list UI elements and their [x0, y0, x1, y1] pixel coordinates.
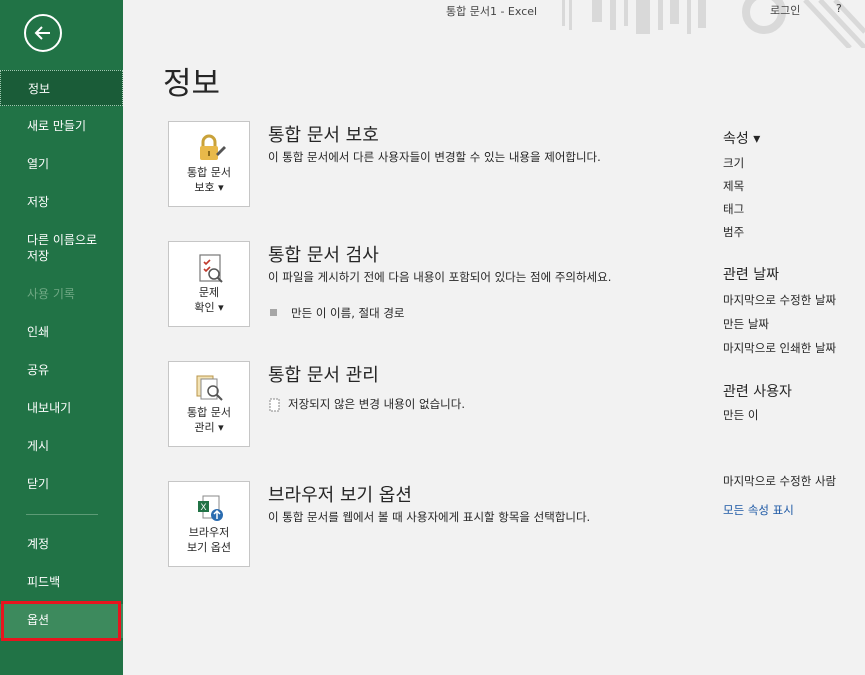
- window-title: 통합 문서1 - Excel: [446, 5, 538, 18]
- nav-publish[interactable]: 게시: [0, 438, 123, 454]
- check-issues-button[interactable]: 문제 확인 ▾: [168, 241, 250, 327]
- browser-view-options-button[interactable]: X 브라우저 보기 옵션: [168, 481, 250, 567]
- prop-tags: 태그: [723, 202, 745, 216]
- browser-tile-label: 브라우저 보기 옵션: [187, 526, 231, 554]
- nav-close[interactable]: 닫기: [0, 476, 123, 492]
- browser-title: 브라우저 보기 옵션: [268, 485, 412, 506]
- inspect-bullet: 만든 이 이름, 절대 경로: [270, 305, 405, 321]
- manage-title: 통합 문서 관리: [268, 365, 379, 386]
- nav-print[interactable]: 인쇄: [0, 324, 123, 340]
- nav-save-as[interactable]: 다른 이름으로 저장: [0, 232, 123, 264]
- manage-document-icon: [196, 375, 223, 401]
- show-all-properties-link[interactable]: 모든 속성 표시: [723, 502, 794, 518]
- bullet-square-icon: [270, 309, 277, 316]
- lock-icon: [200, 134, 226, 160]
- protect-title: 통합 문서 보호: [268, 125, 379, 146]
- prop-author: 만든 이: [723, 408, 759, 422]
- prop-last-printed: 마지막으로 인쇄한 날짜: [723, 341, 837, 355]
- excel-upload-icon: X: [198, 495, 223, 521]
- title-decoration: [550, 0, 865, 48]
- manage-bullet: 저장되지 않은 변경 내용이 없습니다.: [268, 396, 465, 412]
- related-people-heading: 관련 사용자: [723, 384, 792, 400]
- nav-feedback[interactable]: 피드백: [0, 574, 123, 590]
- browser-description: 이 통합 문서를 웹에서 볼 때 사용자에게 표시할 항목을 선택합니다.: [268, 510, 591, 524]
- prop-size: 크기: [723, 156, 745, 170]
- prop-title: 제목: [723, 179, 745, 193]
- nav-share[interactable]: 공유: [0, 362, 123, 378]
- protect-workbook-button[interactable]: 통합 문서 보호 ▾: [168, 121, 250, 207]
- nav-divider: [26, 514, 98, 515]
- document-icon: [269, 398, 280, 411]
- nav-open[interactable]: 열기: [0, 156, 123, 172]
- back-button[interactable]: [24, 14, 62, 52]
- page-title: 정보: [163, 66, 221, 102]
- related-dates-heading: 관련 날짜: [723, 267, 779, 283]
- inspect-description: 이 파일을 게시하기 전에 다음 내용이 포함되어 있다는 점에 주의하세요.: [268, 270, 612, 284]
- nav-export[interactable]: 내보내기: [0, 400, 123, 416]
- nav-save[interactable]: 저장: [0, 194, 123, 210]
- check-document-icon: [199, 254, 223, 283]
- check-issues-tile-label: 문제 확인 ▾: [194, 286, 224, 314]
- help-button[interactable]: ?: [836, 2, 842, 15]
- manage-workbook-button[interactable]: 통합 문서 관리 ▾: [168, 361, 250, 447]
- manage-bullet-text: 저장되지 않은 변경 내용이 없습니다.: [288, 397, 465, 411]
- properties-dropdown[interactable]: 속성 ▾: [723, 128, 760, 148]
- inspect-title: 통합 문서 검사: [268, 245, 379, 266]
- manage-tile-label: 통합 문서 관리 ▾: [187, 406, 231, 434]
- options-highlight-box: [1, 601, 121, 641]
- prop-last-modified: 마지막으로 수정한 날짜: [723, 293, 837, 307]
- protect-description: 이 통합 문서에서 다른 사용자들이 변경할 수 있는 내용을 제어합니다.: [268, 150, 601, 164]
- prop-created: 만든 날짜: [723, 317, 769, 331]
- nav-account[interactable]: 계정: [0, 536, 123, 552]
- svg-text:X: X: [200, 502, 206, 512]
- back-arrow-icon: [34, 26, 50, 40]
- nav-history: 사용 기록: [27, 287, 75, 301]
- prop-category: 범주: [723, 225, 745, 239]
- login-link[interactable]: 로그인: [770, 2, 800, 18]
- nav-new[interactable]: 새로 만들기: [0, 118, 123, 134]
- nav-info[interactable]: 정보: [0, 70, 123, 106]
- protect-tile-label: 통합 문서 보호 ▾: [187, 166, 231, 194]
- backstage-sidebar: 정보 새로 만들기 열기 저장 다른 이름으로 저장 사용 기록 인쇄 공유 내…: [0, 0, 123, 675]
- prop-last-modified-by: 마지막으로 수정한 사람: [723, 474, 837, 488]
- inspect-bullet-text: 만든 이 이름, 절대 경로: [291, 306, 405, 320]
